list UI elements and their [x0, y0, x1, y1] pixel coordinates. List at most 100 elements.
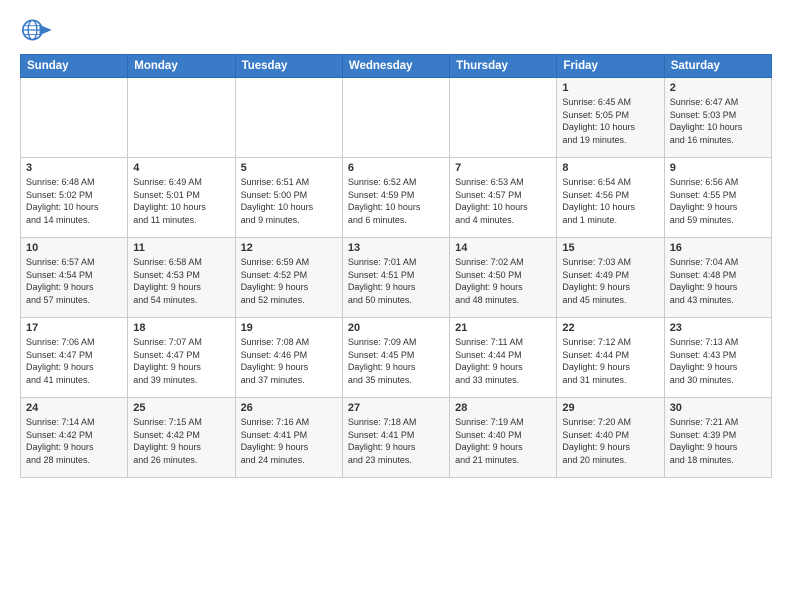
calendar-table: SundayMondayTuesdayWednesdayThursdayFrid…	[20, 54, 772, 478]
day-number: 19	[241, 322, 337, 334]
day-number: 20	[348, 322, 444, 334]
calendar-cell: 21 Sunrise: 7:11 AM Sunset: 4:44 PM Dayli…	[450, 318, 557, 398]
day-info: Sunrise: 6:58 AM Sunset: 4:53 PM Dayligh…	[133, 256, 229, 306]
calendar-cell: 11 Sunrise: 6:58 AM Sunset: 4:53 PM Dayli…	[128, 238, 235, 318]
day-number: 16	[670, 242, 766, 254]
calendar-cell: 16 Sunrise: 7:04 AM Sunset: 4:48 PM Dayli…	[664, 238, 771, 318]
day-number: 3	[26, 162, 122, 174]
day-number: 26	[241, 402, 337, 414]
calendar-cell: 22 Sunrise: 7:12 AM Sunset: 4:44 PM Dayli…	[557, 318, 664, 398]
calendar-cell: 25Sunrise: 7:15 AM Sunset: 4:42 PM Dayli…	[128, 398, 235, 478]
day-info: Sunrise: 7:12 AM Sunset: 4:44 PM Dayligh…	[562, 336, 658, 386]
calendar-cell: 4Sunrise: 6:49 AM Sunset: 5:01 PM Daylig…	[128, 158, 235, 238]
weekday-header: Tuesday	[235, 55, 342, 78]
calendar-cell: 30 Sunrise: 7:21 AM Sunset: 4:39 PM Dayli…	[664, 398, 771, 478]
calendar-week-row: 10 Sunrise: 6:57 AM Sunset: 4:54 PM Dayli…	[21, 238, 772, 318]
day-number: 27	[348, 402, 444, 414]
day-info: Sunrise: 7:21 AM Sunset: 4:39 PM Dayligh…	[670, 416, 766, 466]
day-info: Sunrise: 7:09 AM Sunset: 4:45 PM Dayligh…	[348, 336, 444, 386]
day-info: Sunrise: 7:06 AM Sunset: 4:47 PM Dayligh…	[26, 336, 122, 386]
day-number: 5	[241, 162, 337, 174]
calendar-cell: 14 Sunrise: 7:02 AM Sunset: 4:50 PM Dayli…	[450, 238, 557, 318]
weekday-header: Monday	[128, 55, 235, 78]
weekday-header: Wednesday	[342, 55, 449, 78]
day-info: Sunrise: 6:54 AM Sunset: 4:56 PM Dayligh…	[562, 176, 658, 226]
calendar-cell	[21, 78, 128, 158]
day-number: 30	[670, 402, 766, 414]
day-info: Sunrise: 6:51 AM Sunset: 5:00 PM Dayligh…	[241, 176, 337, 226]
weekday-header: Saturday	[664, 55, 771, 78]
day-info: Sunrise: 6:48 AM Sunset: 5:02 PM Dayligh…	[26, 176, 122, 226]
day-info: Sunrise: 7:18 AM Sunset: 4:41 PM Dayligh…	[348, 416, 444, 466]
calendar-cell: 2Sunrise: 6:47 AM Sunset: 5:03 PM Daylig…	[664, 78, 771, 158]
calendar-cell: 17 Sunrise: 7:06 AM Sunset: 4:47 PM Dayli…	[21, 318, 128, 398]
calendar-cell: 8 Sunrise: 6:54 AM Sunset: 4:56 PM Daylig…	[557, 158, 664, 238]
day-number: 7	[455, 162, 551, 174]
day-number: 15	[562, 242, 658, 254]
weekday-row: SundayMondayTuesdayWednesdayThursdayFrid…	[21, 55, 772, 78]
day-info: Sunrise: 7:04 AM Sunset: 4:48 PM Dayligh…	[670, 256, 766, 306]
day-info: Sunrise: 7:11 AM Sunset: 4:44 PM Dayligh…	[455, 336, 551, 386]
day-info: Sunrise: 7:02 AM Sunset: 4:50 PM Dayligh…	[455, 256, 551, 306]
day-info: Sunrise: 6:59 AM Sunset: 4:52 PM Dayligh…	[241, 256, 337, 306]
calendar-week-row: 1Sunrise: 6:45 AM Sunset: 5:05 PM Daylig…	[21, 78, 772, 158]
calendar-cell: 3 Sunrise: 6:48 AM Sunset: 5:02 PM Daylig…	[21, 158, 128, 238]
weekday-header: Sunday	[21, 55, 128, 78]
calendar-cell: 13 Sunrise: 7:01 AM Sunset: 4:51 PM Dayli…	[342, 238, 449, 318]
day-number: 23	[670, 322, 766, 334]
day-number: 6	[348, 162, 444, 174]
calendar-cell: 12 Sunrise: 6:59 AM Sunset: 4:52 PM Dayli…	[235, 238, 342, 318]
calendar-week-row: 3 Sunrise: 6:48 AM Sunset: 5:02 PM Daylig…	[21, 158, 772, 238]
day-info: Sunrise: 6:45 AM Sunset: 5:05 PM Dayligh…	[562, 96, 658, 146]
day-number: 17	[26, 322, 122, 334]
calendar-cell: 23 Sunrise: 7:13 AM Sunset: 4:43 PM Dayli…	[664, 318, 771, 398]
day-number: 13	[348, 242, 444, 254]
calendar-week-row: 17 Sunrise: 7:06 AM Sunset: 4:47 PM Dayli…	[21, 318, 772, 398]
day-info: Sunrise: 7:15 AM Sunset: 4:42 PM Dayligh…	[133, 416, 229, 466]
calendar-cell	[128, 78, 235, 158]
calendar-header: SundayMondayTuesdayWednesdayThursdayFrid…	[21, 55, 772, 78]
calendar-cell: 18 Sunrise: 7:07 AM Sunset: 4:47 PM Dayli…	[128, 318, 235, 398]
day-number: 28	[455, 402, 551, 414]
calendar-cell: 10 Sunrise: 6:57 AM Sunset: 4:54 PM Dayli…	[21, 238, 128, 318]
calendar-cell: 5 Sunrise: 6:51 AM Sunset: 5:00 PM Daylig…	[235, 158, 342, 238]
day-number: 12	[241, 242, 337, 254]
day-number: 11	[133, 242, 229, 254]
day-number: 10	[26, 242, 122, 254]
calendar-cell	[450, 78, 557, 158]
day-number: 22	[562, 322, 658, 334]
day-info: Sunrise: 6:52 AM Sunset: 4:59 PM Dayligh…	[348, 176, 444, 226]
day-info: Sunrise: 6:57 AM Sunset: 4:54 PM Dayligh…	[26, 256, 122, 306]
day-number: 21	[455, 322, 551, 334]
day-number: 18	[133, 322, 229, 334]
calendar-cell: 24 Sunrise: 7:14 AM Sunset: 4:42 PM Dayli…	[21, 398, 128, 478]
calendar-cell: 20 Sunrise: 7:09 AM Sunset: 4:45 PM Dayli…	[342, 318, 449, 398]
day-number: 29	[562, 402, 658, 414]
day-info: Sunrise: 7:03 AM Sunset: 4:49 PM Dayligh…	[562, 256, 658, 306]
calendar-cell: 26 Sunrise: 7:16 AM Sunset: 4:41 PM Dayli…	[235, 398, 342, 478]
day-info: Sunrise: 6:49 AM Sunset: 5:01 PM Dayligh…	[133, 176, 229, 226]
day-info: Sunrise: 7:08 AM Sunset: 4:46 PM Dayligh…	[241, 336, 337, 386]
day-info: Sunrise: 7:01 AM Sunset: 4:51 PM Dayligh…	[348, 256, 444, 306]
day-info: Sunrise: 7:19 AM Sunset: 4:40 PM Dayligh…	[455, 416, 551, 466]
calendar-cell: 27 Sunrise: 7:18 AM Sunset: 4:41 PM Dayli…	[342, 398, 449, 478]
weekday-header: Friday	[557, 55, 664, 78]
day-info: Sunrise: 7:16 AM Sunset: 4:41 PM Dayligh…	[241, 416, 337, 466]
day-number: 24	[26, 402, 122, 414]
header	[20, 16, 772, 44]
day-info: Sunrise: 7:14 AM Sunset: 4:42 PM Dayligh…	[26, 416, 122, 466]
calendar-cell: 29Sunrise: 7:20 AM Sunset: 4:40 PM Dayli…	[557, 398, 664, 478]
calendar-cell: 19 Sunrise: 7:08 AM Sunset: 4:46 PM Dayli…	[235, 318, 342, 398]
calendar-cell: 6 Sunrise: 6:52 AM Sunset: 4:59 PM Daylig…	[342, 158, 449, 238]
page: SundayMondayTuesdayWednesdayThursdayFrid…	[0, 0, 792, 488]
calendar-cell: 15 Sunrise: 7:03 AM Sunset: 4:49 PM Dayli…	[557, 238, 664, 318]
logo	[20, 16, 56, 44]
day-info: Sunrise: 7:13 AM Sunset: 4:43 PM Dayligh…	[670, 336, 766, 386]
day-number: 14	[455, 242, 551, 254]
day-number: 8	[562, 162, 658, 174]
day-info: Sunrise: 6:47 AM Sunset: 5:03 PM Dayligh…	[670, 96, 766, 146]
day-info: Sunrise: 6:56 AM Sunset: 4:55 PM Dayligh…	[670, 176, 766, 226]
calendar-cell: 7Sunrise: 6:53 AM Sunset: 4:57 PM Daylig…	[450, 158, 557, 238]
day-info: Sunrise: 7:07 AM Sunset: 4:47 PM Dayligh…	[133, 336, 229, 386]
calendar-cell: 9Sunrise: 6:56 AM Sunset: 4:55 PM Daylig…	[664, 158, 771, 238]
